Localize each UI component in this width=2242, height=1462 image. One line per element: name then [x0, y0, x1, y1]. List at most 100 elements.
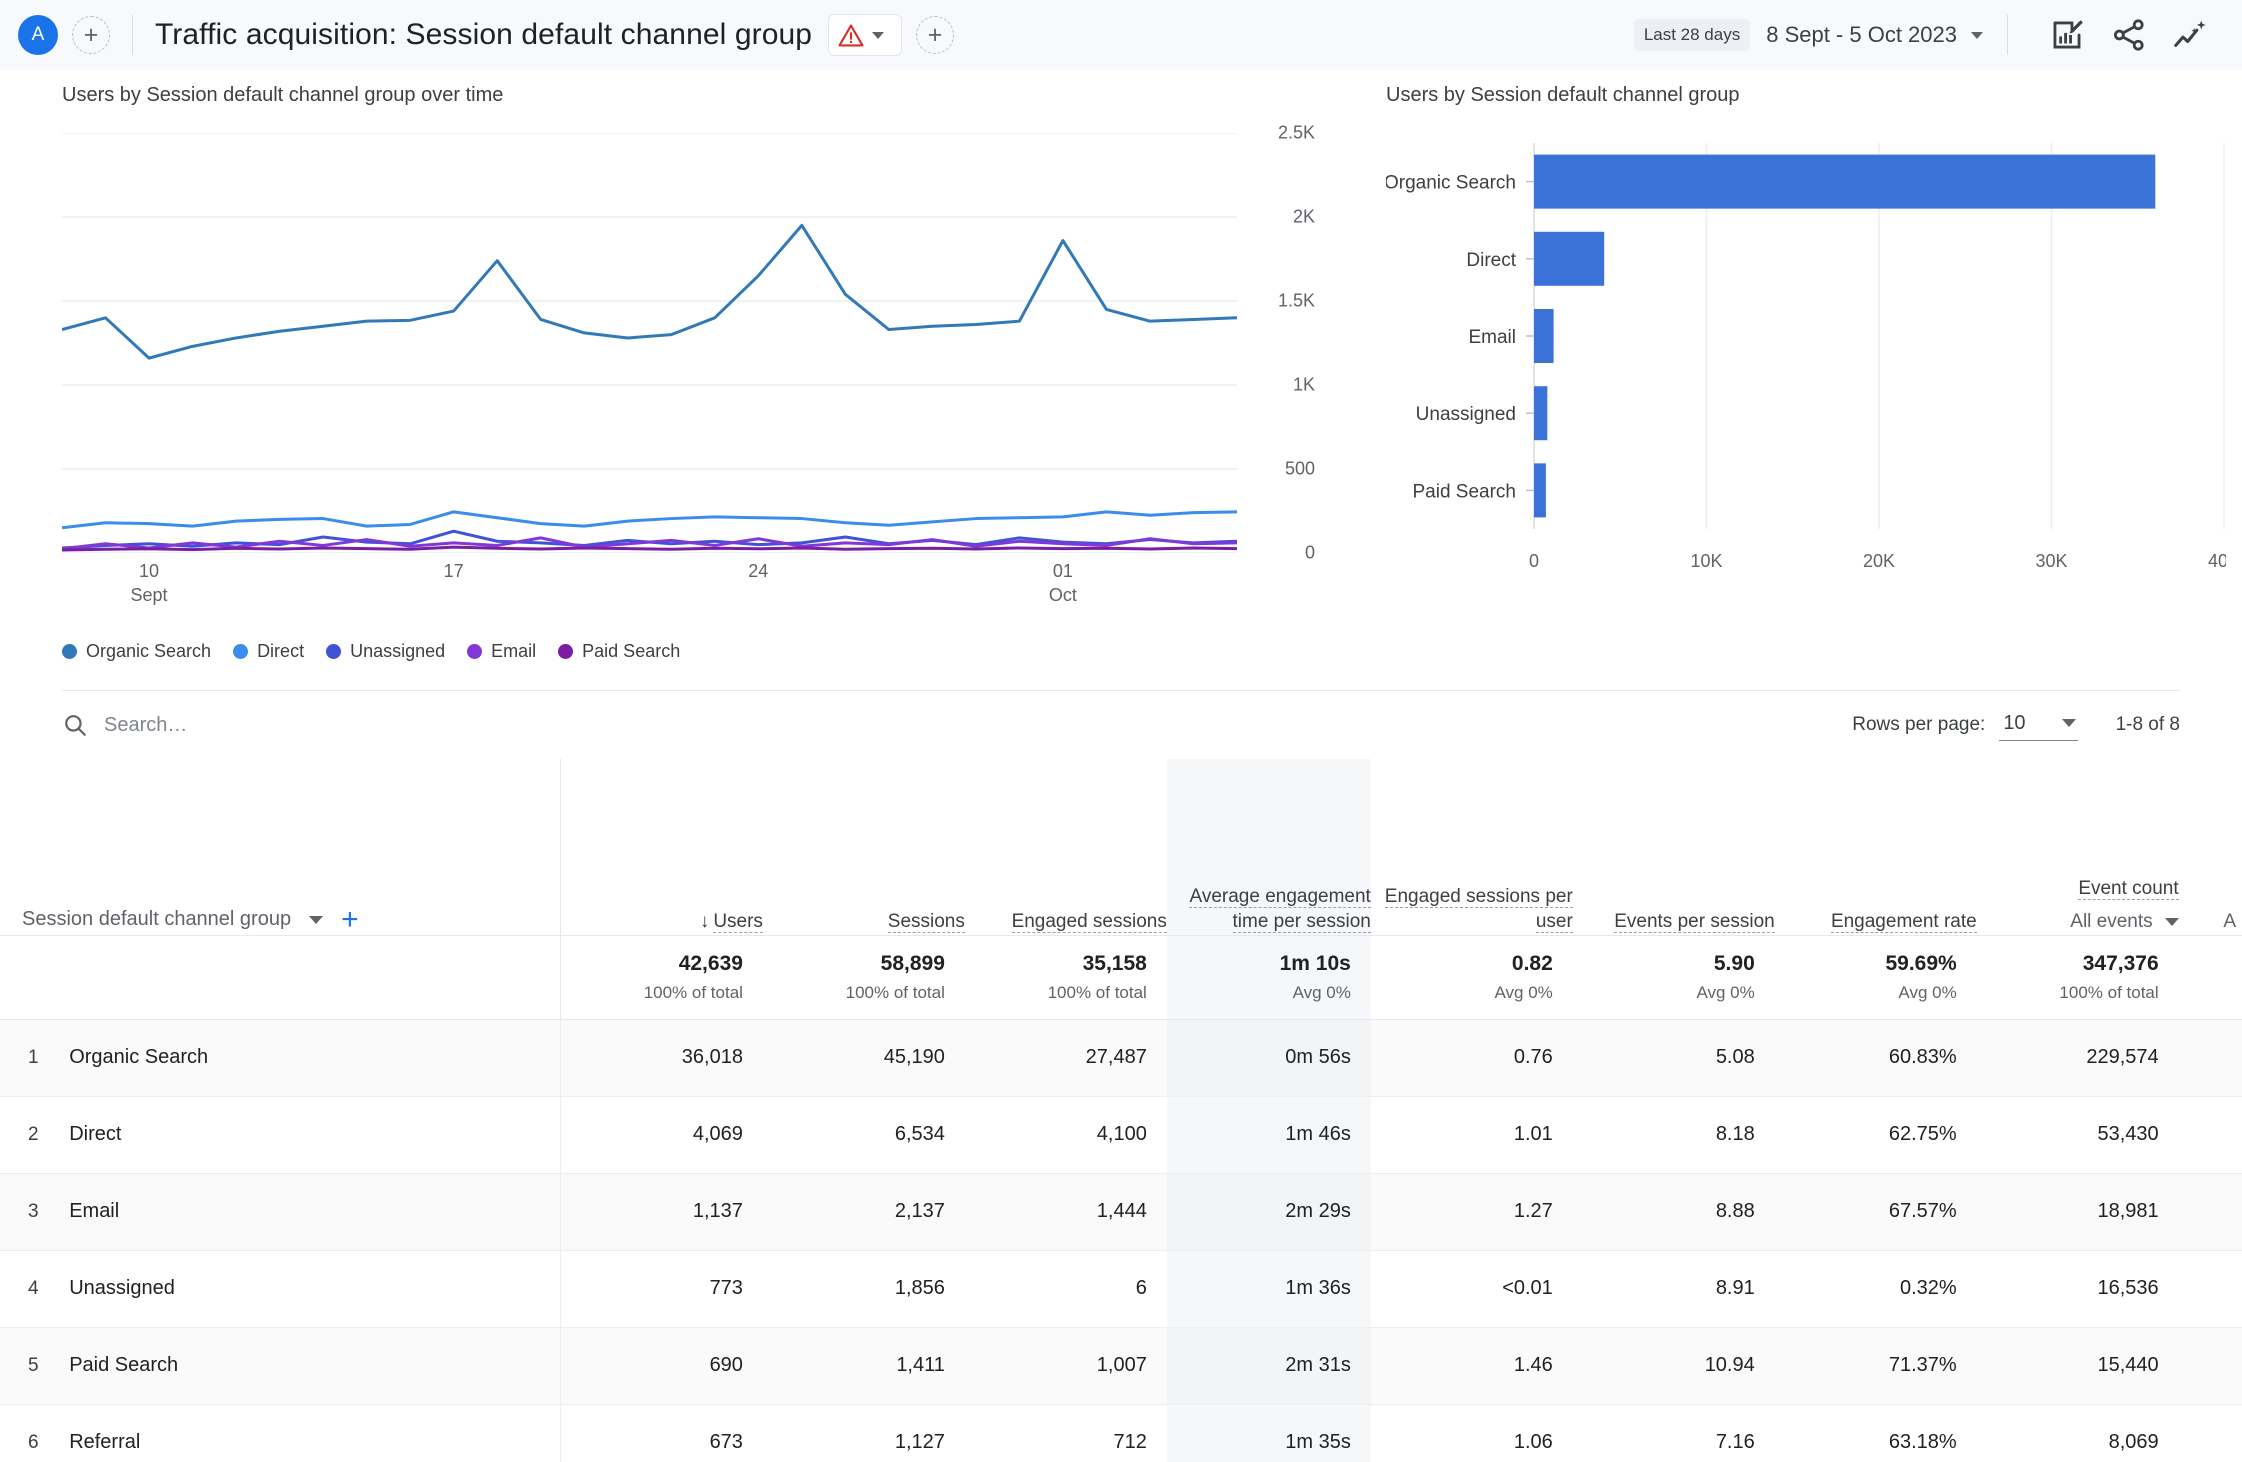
y-axis-tick: 500 [1284, 458, 1315, 479]
cell-engaged-sessions: 27,487 [964, 1019, 1167, 1097]
totals-subvalue: Avg 0% [1494, 982, 1553, 1002]
search-box[interactable] [62, 712, 424, 738]
column-label: Users [713, 911, 763, 934]
cell-sessions: 6,534 [762, 1096, 965, 1174]
chevron-down-icon[interactable] [872, 31, 885, 39]
cell-engaged-sessions-per-user: 1.06 [1370, 1404, 1573, 1462]
column-header-engagement-rate[interactable]: Engagement rate [1774, 759, 1977, 936]
add-account-button[interactable]: + [72, 16, 110, 54]
totals-cell: 35,158 100% of total [964, 935, 1167, 1020]
cell-avg-engagement-time: 1m 35s [1166, 1404, 1371, 1462]
rows-per-page-select[interactable]: 10 [1999, 710, 2078, 741]
table-row[interactable]: 3 Email 1,137 2,137 1,444 2m 29s 1.27 8.88 67.57… [0, 1173, 2242, 1251]
cell-events-per-session: 7.16 [1572, 1404, 1775, 1462]
edit-report-button[interactable] [2044, 12, 2090, 58]
date-preset-chip[interactable]: Last 28 days [1633, 19, 1751, 51]
totals-value: 58,899 [880, 951, 945, 975]
dimension-header[interactable]: Session default channel group + [0, 759, 562, 936]
cell-engagement-rate: 63.18% [1774, 1404, 1977, 1462]
totals-value: 35,158 [1082, 951, 1147, 975]
add-dimension-button[interactable]: + [341, 904, 359, 935]
legend-item[interactable]: Direct [233, 641, 304, 662]
top-bar-right: Last 28 days 8 Sept - 5 Oct 2023 [1633, 12, 2214, 58]
cell-engaged-sessions-per-user: 1.01 [1370, 1096, 1573, 1174]
line-chart-plot[interactable]: 0 500 1K 1.5K 2K 2.5K 10 Sept 17 24 01 Oct Organic… [61, 123, 1315, 661]
row-dimension[interactable]: Referral [61, 1404, 562, 1462]
legend-label: Organic Search [86, 641, 212, 661]
legend-item[interactable]: Paid Search [558, 641, 680, 662]
legend-item[interactable]: Unassigned [326, 641, 445, 662]
insights-button[interactable] [2168, 12, 2214, 58]
line-series-direct [61, 510, 1238, 530]
row-dimension[interactable]: Unassigned [61, 1250, 562, 1328]
column-header-events-per-session[interactable]: Events per session [1572, 759, 1775, 936]
y-axis-tick: 0 [1304, 542, 1315, 563]
rows-per-page-value: 10 [2003, 711, 2026, 734]
date-range-label[interactable]: 8 Sept - 5 Oct 2023 [1766, 22, 1957, 48]
legend-item[interactable]: Email [467, 641, 536, 662]
x-axis-tick: 10 Sept [130, 561, 168, 606]
cell-engaged-sessions-per-user: 0.76 [1370, 1019, 1573, 1097]
add-comparison-button[interactable]: + [916, 16, 955, 54]
avatar[interactable]: A [18, 15, 58, 55]
cell-sessions: 1,411 [762, 1327, 965, 1405]
totals-subvalue: 100% of total [1047, 982, 1147, 1002]
cell-avg-engagement-time: 0m 56s [1166, 1019, 1371, 1097]
column-header-sessions[interactable]: Sessions [762, 759, 965, 936]
y-axis-tick: 2K [1292, 206, 1315, 227]
bar-chart-svg: 0 10K 20K 30K 40K Organic Search Direct Email Un… [1384, 143, 2240, 571]
bar-category-label: Direct [1466, 250, 1516, 271]
column-header-users[interactable]: ↓ Users [560, 759, 763, 936]
cell-partial [2178, 1019, 2242, 1097]
column-header-engaged-sessions-per-user[interactable]: Engaged sessions per user [1370, 759, 1573, 936]
table-row[interactable]: 2 Direct 4,069 6,534 4,100 1m 46s 1.01 8.18 62.7… [0, 1096, 2242, 1174]
column-header-engaged-sessions[interactable]: Engaged sessions [964, 759, 1167, 936]
cell-event-count: 15,440 [1976, 1327, 2179, 1405]
cell-engagement-rate: 67.57% [1774, 1173, 1977, 1251]
edit-report-icon [2053, 20, 2083, 49]
cell-sessions: 45,190 [762, 1019, 965, 1097]
row-dimension[interactable]: Organic Search [61, 1019, 562, 1097]
totals-value: 42,639 [678, 951, 743, 975]
share-button[interactable] [2106, 12, 2152, 58]
column-header-avg-engagement-time[interactable]: Average engagement time per session [1166, 759, 1371, 936]
row-dimension[interactable]: Paid Search [61, 1327, 562, 1405]
cell-engaged-sessions: 712 [964, 1404, 1167, 1462]
data-warning-chip[interactable] [828, 14, 903, 56]
legend-label: Unassigned [350, 641, 446, 661]
bar-chart-plot[interactable]: 0 10K 20K 30K 40K Organic Search Direct Email Un… [1384, 131, 2242, 601]
bar-chart-card: Users by Session default channel group 0… [1340, 84, 2242, 690]
row-dimension[interactable]: Direct [61, 1096, 562, 1174]
cell-events-per-session: 5.08 [1572, 1019, 1775, 1097]
chevron-down-icon[interactable] [2164, 917, 2179, 926]
totals-value: 1m 10s [1279, 951, 1351, 975]
y-axis-tick: 1K [1292, 374, 1315, 395]
x-axis-tick: 01 Oct [1048, 561, 1077, 606]
cell-events-per-session: 8.88 [1572, 1173, 1775, 1251]
table-row[interactable]: 5 Paid Search 690 1,411 1,007 2m 31s 1.46 10.94… [0, 1327, 2242, 1405]
chevron-down-icon[interactable] [309, 915, 324, 924]
bar-x-axis-tick: 40K [2208, 551, 2226, 571]
cell-users: 1,137 [560, 1173, 763, 1251]
search-input[interactable] [104, 713, 424, 737]
column-header-key-events-partial[interactable]: A [2178, 759, 2242, 936]
legend-item[interactable]: Organic Search [62, 641, 211, 662]
column-label: Event count [2078, 878, 2179, 901]
table-row[interactable]: 6 Referral 673 1,127 712 1m 35s 1.06 7.16 63.18%… [0, 1404, 2242, 1462]
row-dimension[interactable]: Email [61, 1173, 562, 1251]
table-row[interactable]: 4 Unassigned 773 1,856 6 1m 36s <0.01 8.91 0.32%… [0, 1250, 2242, 1328]
column-header-event-count[interactable]: Event count All events [1976, 759, 2179, 936]
divider [2007, 15, 2008, 55]
bar-email [1534, 308, 1554, 364]
legend-color-dot [467, 644, 483, 659]
column-label: Engaged sessions [1011, 911, 1167, 934]
cell-engaged-sessions: 1,444 [964, 1173, 1167, 1251]
row-index: 1 [0, 1019, 62, 1097]
legend-color-dot [233, 644, 249, 659]
table-row[interactable]: 1 Organic Search 36,018 45,190 27,487 0m 56s 0… [0, 1019, 2242, 1097]
cell-avg-engagement-time: 2m 31s [1166, 1327, 1371, 1405]
x-axis-tick: 17 [443, 561, 464, 581]
row-index: 4 [0, 1250, 62, 1328]
rows-per-page-label: Rows per page: [1852, 714, 1986, 735]
chevron-down-icon[interactable] [1971, 31, 1983, 39]
